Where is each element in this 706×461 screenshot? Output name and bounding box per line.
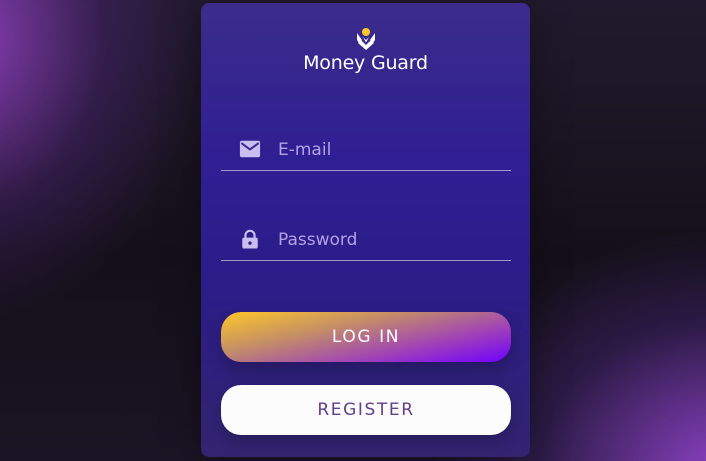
register-button[interactable]: REGISTER <box>221 385 511 435</box>
email-field <box>221 130 511 171</box>
password-input[interactable] <box>278 226 498 254</box>
brand-name: Money Guard <box>303 52 428 74</box>
brand-logo: Money Guard <box>201 27 530 74</box>
login-button[interactable]: LOG IN <box>221 312 511 362</box>
lock-icon <box>242 229 258 249</box>
password-field <box>221 220 511 261</box>
email-input[interactable] <box>278 136 498 164</box>
mail-icon <box>239 140 261 158</box>
login-card: Money Guard LOG IN REGISTER <box>201 3 530 457</box>
money-guard-logo-icon <box>356 28 375 50</box>
